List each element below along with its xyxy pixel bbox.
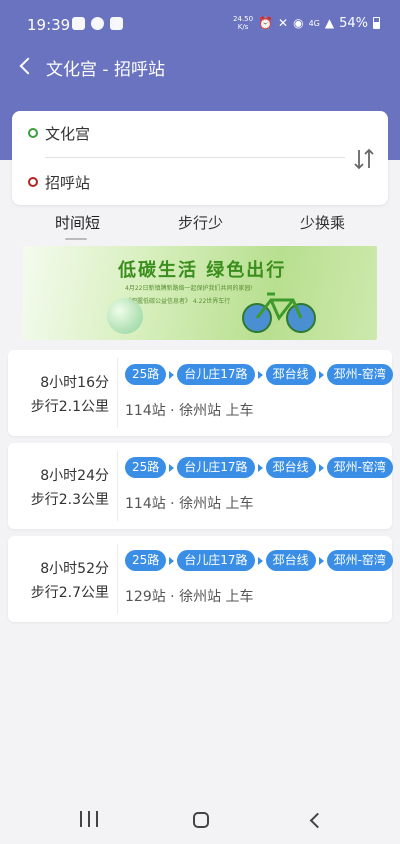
result-walk-distance: 步行2.7公里	[30, 585, 109, 601]
status-right-group: 24.50 K/s ⏰ ✕ ◉ 4G ▲ 54%	[233, 15, 380, 31]
back-icon[interactable]	[16, 53, 38, 79]
net-speed-value: 24.50	[233, 15, 254, 23]
status-notification-icons	[72, 17, 123, 30]
line-chip: 台儿庄17路	[177, 364, 255, 385]
tab-fewest-transfers[interactable]: 少换乘	[300, 212, 345, 233]
home-icon[interactable]	[193, 812, 209, 828]
destination-field[interactable]: 招呼站	[45, 172, 90, 193]
tab-selected-indicator	[65, 238, 87, 240]
back-icon[interactable]	[308, 812, 322, 828]
result-info: 129站 · 徐州站 上车	[125, 589, 254, 605]
tab-least-walking[interactable]: 步行少	[178, 212, 223, 233]
destination-dot-icon	[28, 177, 38, 187]
battery-percent: 54%	[339, 15, 368, 31]
line-chip: 邳台线	[265, 364, 316, 385]
route-divider	[45, 157, 345, 158]
wifi-icon: ◉	[293, 16, 304, 30]
title-bar: 文化宫 - 招呼站	[0, 50, 400, 84]
line-chip: 邳州-窑湾	[326, 457, 393, 478]
net-speed: 24.50 K/s	[233, 15, 253, 31]
line-chips: 25路 台儿庄17路 邳台线 邳州-窑湾	[125, 457, 393, 478]
net-speed-unit: K/s	[237, 23, 249, 31]
arrow-right-icon	[318, 370, 324, 379]
route-result-card[interactable]: 8小时24分 步行2.3公里 25路 台儿庄17路 邳台线 邳州-窑湾 114站…	[8, 443, 393, 529]
signal-icon: ▲	[324, 16, 335, 30]
line-chip: 邳台线	[265, 550, 316, 571]
banner-headline: 低碳生活 绿色出行	[118, 260, 287, 281]
result-walk-distance: 步行2.1公里	[30, 399, 109, 415]
route-input-card: 文化宫 招呼站	[12, 111, 388, 205]
line-chip: 台儿庄17路	[177, 457, 255, 478]
card-divider	[117, 544, 118, 614]
photo-icon	[72, 17, 85, 30]
sort-tabs: 时间短 步行少 少换乘	[0, 208, 400, 244]
line-chip: 台儿庄17路	[177, 550, 255, 571]
result-info: 114站 · 徐州站 上车	[125, 496, 254, 512]
alarm-icon: ⏰	[258, 16, 274, 30]
arrow-right-icon	[318, 556, 324, 565]
result-duration: 8小时16分	[40, 375, 109, 391]
bicycle-icon	[242, 292, 316, 333]
line-chip: 邳台线	[265, 457, 316, 478]
line-chip: 25路	[125, 364, 167, 385]
arrow-right-icon	[257, 556, 263, 565]
page-title: 文化宫 - 招呼站	[46, 60, 165, 80]
result-info: 114站 · 徐州站 上车	[125, 403, 254, 419]
line-chip: 邳州-窑湾	[326, 364, 393, 385]
recent-apps-icon[interactable]	[80, 811, 98, 827]
arrow-right-icon	[169, 370, 175, 379]
arrow-right-icon	[257, 463, 263, 472]
line-chips: 25路 台儿庄17路 邳台线 邳州-窑湾	[125, 364, 393, 385]
water-globe-icon	[107, 298, 143, 334]
app-notification-icon	[91, 17, 104, 30]
status-time: 19:39	[27, 16, 71, 34]
battery-icon	[373, 17, 380, 29]
result-duration: 8小时52分	[40, 561, 109, 577]
line-chip: 25路	[125, 550, 167, 571]
origin-dot-icon	[28, 128, 38, 138]
banner-subtext-1: 4月22日新镇膊新路络一起保护我们共同的家园!	[125, 285, 253, 292]
line-chips: 25路 台儿庄17路 邳台线 邳州-窑湾	[125, 550, 393, 571]
status-bar: 19:39 24.50 K/s ⏰ ✕ ◉ 4G ▲ 54%	[0, 0, 400, 50]
route-result-card[interactable]: 8小时16分 步行2.1公里 25路 台儿庄17路 邳台线 邳州-窑湾 114站…	[8, 350, 393, 436]
check-notification-icon	[110, 17, 123, 30]
route-result-card[interactable]: 8小时52分 步行2.7公里 25路 台儿庄17路 邳台线 邳州-窑湾 129站…	[8, 536, 393, 622]
card-divider	[117, 358, 118, 428]
line-chip: 邳州-窑湾	[326, 550, 393, 571]
ad-banner[interactable]: 低碳生活 绿色出行 4月22日新镇膊新路络一起保护我们共同的家园! 《把握低碳公…	[23, 246, 377, 340]
banner-subtext-2: 《把握低碳公益信息者》 4.22世界车行	[125, 298, 231, 305]
tab-shortest-time[interactable]: 时间短	[55, 212, 100, 233]
arrow-right-icon	[257, 370, 263, 379]
system-nav-bar	[0, 796, 400, 844]
line-chip: 25路	[125, 457, 167, 478]
result-duration: 8小时24分	[40, 468, 109, 484]
arrow-right-icon	[169, 556, 175, 565]
network-type: 4G	[308, 18, 320, 28]
mute-icon: ✕	[278, 16, 289, 30]
arrow-right-icon	[169, 463, 175, 472]
result-walk-distance: 步行2.3公里	[30, 492, 109, 508]
arrow-right-icon	[318, 463, 324, 472]
origin-field[interactable]: 文化宫	[45, 123, 90, 144]
swap-icon[interactable]	[349, 144, 379, 174]
card-divider	[117, 451, 118, 521]
